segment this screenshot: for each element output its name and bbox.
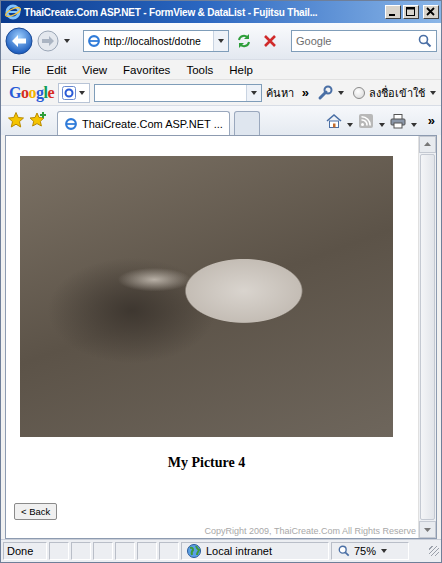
add-favorites-icon[interactable] [29, 111, 47, 129]
stop-icon [262, 33, 278, 49]
google-search-button[interactable]: ค้นหา [266, 84, 294, 102]
vertical-scrollbar[interactable] [418, 136, 436, 538]
sign-in-radio[interactable] [353, 87, 365, 99]
favorites-star-icon[interactable] [7, 111, 25, 129]
dropdown-arrow-icon [250, 89, 258, 97]
status-pane [159, 542, 179, 560]
status-text: Done [3, 542, 47, 560]
ie-logo-icon [5, 4, 21, 20]
print-icon[interactable] [390, 113, 406, 129]
tab-bar: ThaiCreate.Com ASP.NET ... » [1, 105, 441, 135]
stop-button[interactable] [259, 30, 281, 52]
scroll-up-button[interactable] [419, 136, 436, 153]
globe-icon [186, 543, 202, 559]
copyright-footer: CopyRight 2009, ThaiCreate.Com All Right… [205, 526, 418, 536]
zoom-control[interactable]: 75% [331, 542, 409, 560]
minimize-button[interactable] [385, 5, 401, 19]
address-url: http://localhost/dotne [104, 35, 210, 47]
menu-bar: FileEditViewFavoritesToolsHelp [1, 59, 441, 79]
dropdown-arrow-icon [78, 89, 86, 97]
menu-item[interactable]: File [4, 64, 39, 76]
menu-item[interactable]: Favorites [115, 64, 178, 76]
forward-arrow-icon[interactable] [37, 30, 59, 52]
title-bar: ThaiCreate.Com ASP.NET - FormView & Data… [1, 1, 441, 23]
page-content: My Picture 4 < Back CopyRight 2009, ThaiCr… [6, 136, 418, 538]
browser-window: ThaiCreate.Com ASP.NET - FormView & Data… [0, 0, 442, 563]
new-tab-button[interactable] [234, 111, 260, 135]
menu-item[interactable]: Tools [178, 64, 221, 76]
google-search-dropdown[interactable] [246, 85, 261, 101]
google-more-button[interactable]: » [302, 85, 309, 100]
google-toolbar: Google ค้นหา » ลงชื่อเข้าใช้ [1, 79, 441, 105]
menu-item[interactable]: View [74, 64, 115, 76]
refresh-icon [235, 32, 253, 50]
close-icon [426, 7, 436, 17]
menu-item[interactable]: Help [221, 64, 261, 76]
refresh-button[interactable] [233, 30, 255, 52]
dropdown-arrow-icon[interactable] [337, 89, 345, 97]
google-g-icon [62, 86, 76, 100]
magnifier-icon[interactable] [418, 34, 432, 48]
photo [20, 156, 393, 437]
history-dropdown-icon[interactable] [63, 37, 71, 45]
search-field[interactable]: Google [291, 30, 437, 52]
sign-in-link[interactable]: ลงชื่อเข้าใช้ [369, 84, 425, 102]
scroll-down-button[interactable] [419, 521, 436, 538]
minimize-icon [388, 7, 398, 17]
status-pane [93, 542, 113, 560]
window-title: ThaiCreate.Com ASP.NET - FormView & Data… [24, 7, 382, 18]
page-viewport: My Picture 4 < Back CopyRight 2009, ThaiCr… [5, 135, 437, 539]
down-arrow-icon [423, 525, 432, 534]
search-placeholder: Google [296, 35, 414, 47]
dropdown-arrow-icon[interactable] [378, 121, 386, 129]
back-button[interactable]: < Back [14, 503, 57, 520]
back-arrow-icon[interactable] [5, 27, 33, 55]
feeds-icon[interactable] [358, 113, 374, 129]
google-search-field[interactable] [94, 84, 262, 102]
close-button[interactable] [423, 5, 439, 19]
window-controls [385, 5, 439, 19]
maximize-button[interactable] [403, 5, 419, 19]
page-icon [64, 117, 78, 131]
scroll-track [419, 153, 436, 521]
address-dropdown[interactable] [213, 31, 228, 51]
address-field[interactable]: http://localhost/dotne [83, 30, 229, 52]
resize-grip[interactable] [429, 546, 439, 556]
dropdown-arrow-icon[interactable] [346, 121, 354, 129]
scroll-thumb[interactable] [420, 154, 435, 520]
picture-caption: My Picture 4 [20, 455, 393, 471]
dropdown-arrow-icon[interactable] [429, 89, 437, 97]
browser-tab[interactable]: ThaiCreate.Com ASP.NET ... [57, 111, 230, 135]
wrench-icon[interactable] [317, 85, 333, 101]
status-pane [115, 542, 135, 560]
status-bar: Done Local intranet75% [1, 539, 441, 562]
maximize-icon [406, 7, 416, 17]
status-pane [49, 542, 69, 560]
dropdown-arrow-icon [217, 37, 225, 45]
status-pane [137, 542, 157, 560]
up-arrow-icon [423, 140, 432, 149]
dropdown-arrow-icon [380, 547, 388, 555]
security-zone: Local intranet [181, 542, 329, 560]
menu-item[interactable]: Edit [39, 64, 75, 76]
status-pane [71, 542, 91, 560]
navigation-bar: http://localhost/dotne Google [1, 23, 441, 59]
picture-item: My Picture 4 [20, 156, 393, 471]
home-icon[interactable] [326, 113, 342, 129]
command-more-button[interactable]: » [428, 113, 435, 128]
page-icon [87, 34, 101, 48]
zoom-icon [338, 545, 350, 557]
google-logo: Google [9, 84, 54, 102]
dropdown-arrow-icon[interactable] [410, 121, 418, 129]
google-menu-button[interactable] [58, 83, 90, 103]
